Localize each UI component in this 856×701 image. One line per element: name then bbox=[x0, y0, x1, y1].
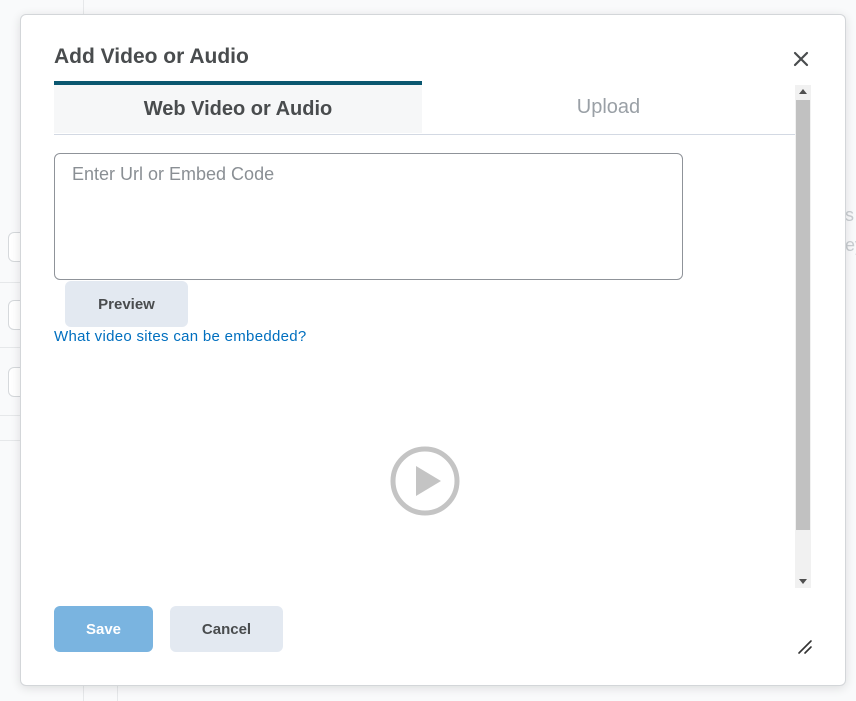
add-video-dialog: Add Video or Audio Web Video or Audio Up… bbox=[20, 14, 846, 686]
url-embed-input[interactable] bbox=[54, 153, 683, 280]
tab-list: Web Video or Audio Upload bbox=[54, 81, 795, 135]
tab-label: Upload bbox=[576, 95, 641, 118]
background-divider bbox=[0, 282, 20, 283]
cancel-button[interactable]: Cancel bbox=[170, 606, 283, 652]
background-text: s bbox=[845, 205, 854, 225]
embeddable-sites-help-link[interactable]: What video sites can be embedded? bbox=[54, 328, 307, 345]
vertical-scrollbar[interactable] bbox=[795, 85, 811, 588]
save-button[interactable]: Save bbox=[54, 606, 153, 652]
close-button[interactable] bbox=[789, 47, 813, 71]
background-divider bbox=[117, 684, 118, 701]
background-divider bbox=[83, 684, 84, 701]
background-divider bbox=[83, 0, 84, 14]
tab-upload[interactable]: Upload bbox=[422, 81, 795, 133]
close-icon bbox=[793, 51, 809, 67]
dialog-title: Add Video or Audio bbox=[54, 45, 249, 68]
preview-button[interactable]: Preview bbox=[65, 281, 188, 327]
background-divider bbox=[0, 415, 20, 416]
resize-handle-icon[interactable] bbox=[795, 637, 813, 655]
tab-web-video-or-audio[interactable]: Web Video or Audio bbox=[54, 81, 422, 133]
scroll-down-arrow-icon[interactable] bbox=[799, 579, 807, 584]
play-circle-icon bbox=[390, 446, 460, 516]
tab-label: Web Video or Audio bbox=[143, 97, 333, 120]
scrollbar-thumb[interactable] bbox=[796, 100, 810, 530]
background-divider bbox=[0, 347, 20, 348]
background-divider bbox=[0, 440, 20, 441]
background-text: ey bbox=[845, 235, 856, 255]
scroll-up-arrow-icon[interactable] bbox=[799, 89, 807, 94]
